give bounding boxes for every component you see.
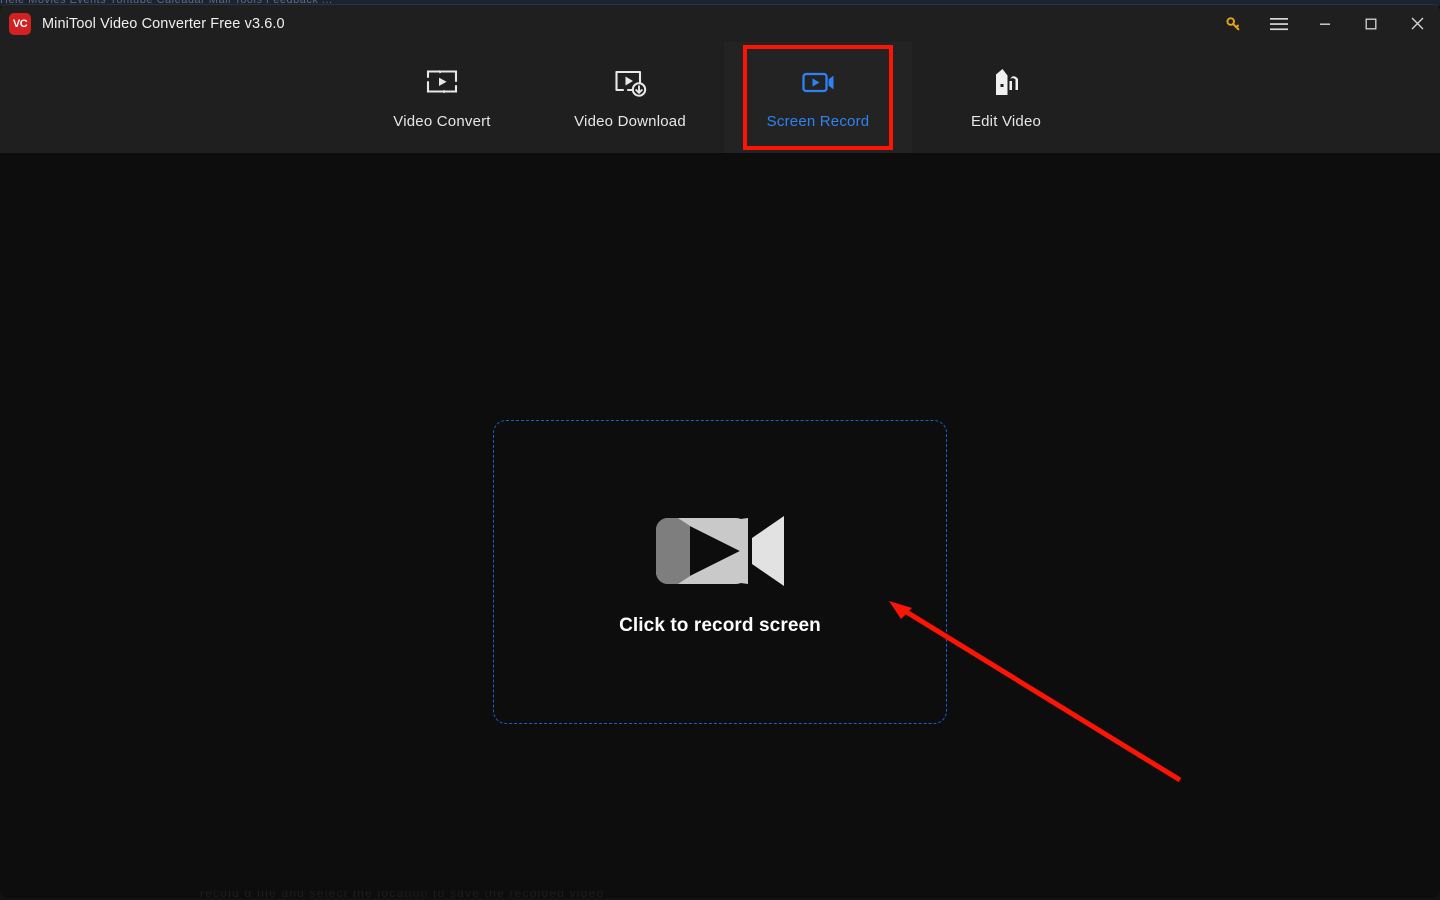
- window-controls: [1210, 5, 1440, 42]
- camcorder-icon: [654, 508, 786, 599]
- tab-label: Edit Video: [970, 113, 1042, 130]
- nav-tabbar: Video Convert Video Download Screen Reco…: [0, 42, 1440, 153]
- record-dropzone[interactable]: Click to record screen: [493, 420, 947, 724]
- background-bottom-text: recoid d file and select the location to…: [200, 891, 605, 898]
- dropzone-label: Click to record screen: [619, 614, 821, 636]
- window-title: MiniTool Video Converter Free v3.6.0: [42, 15, 285, 32]
- app-window: VC MiniTool Video Converter Free v3.6.0: [0, 4, 1440, 898]
- tab-label: Screen Record: [766, 113, 870, 130]
- menu-icon[interactable]: [1256, 5, 1302, 42]
- content-area: Click to record screen recoid d file and…: [0, 153, 1440, 898]
- video-download-icon: [612, 65, 648, 99]
- key-icon[interactable]: [1210, 5, 1256, 42]
- close-icon[interactable]: [1394, 5, 1440, 42]
- background-bottom-strip: recoid d file and select the location to…: [0, 891, 1440, 898]
- tab-label: Video Convert: [393, 113, 491, 130]
- maximize-icon[interactable]: [1348, 5, 1394, 42]
- app-logo-icon: VC: [9, 12, 31, 35]
- tab-label: Video Download: [574, 113, 686, 130]
- tab-video-convert[interactable]: Video Convert: [348, 42, 536, 153]
- minimize-icon[interactable]: [1302, 5, 1348, 42]
- tab-video-download[interactable]: Video Download: [536, 42, 724, 153]
- tab-screen-record[interactable]: Screen Record: [724, 42, 912, 153]
- edit-video-icon: [987, 65, 1025, 99]
- screen: Hele Movies Events Yontube Caleadar Mail…: [0, 0, 1440, 900]
- video-convert-icon: [424, 65, 460, 99]
- tab-edit-video[interactable]: Edit Video: [912, 42, 1100, 153]
- screen-record-icon: [799, 65, 837, 99]
- title-bar: VC MiniTool Video Converter Free v3.6.0: [0, 5, 1440, 42]
